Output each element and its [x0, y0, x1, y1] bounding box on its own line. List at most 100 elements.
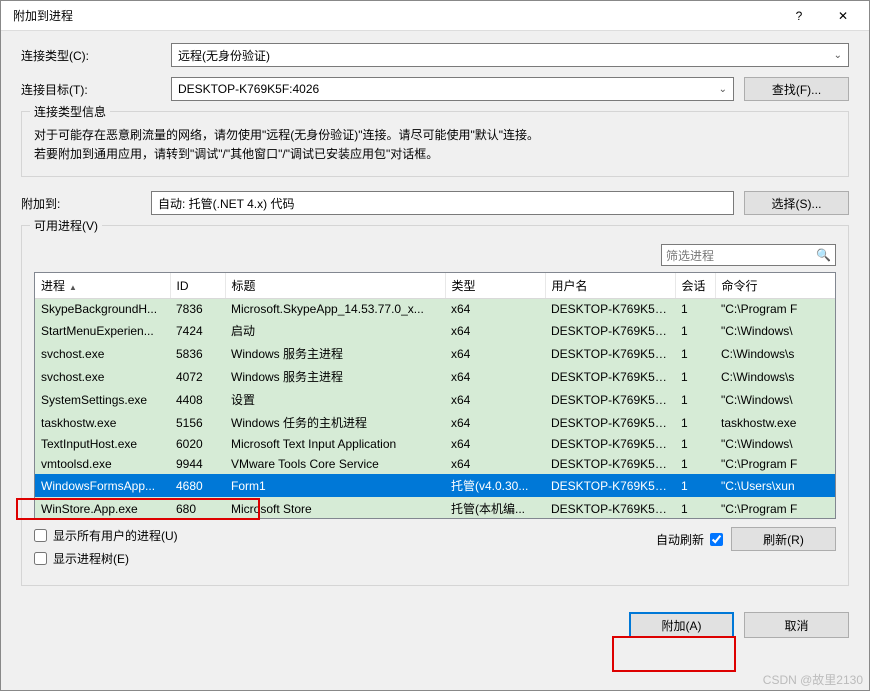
cell-id: 5836: [170, 342, 225, 365]
auto-refresh-input[interactable]: [710, 533, 723, 546]
cell-type: x64: [445, 365, 545, 388]
cancel-button[interactable]: 取消: [744, 612, 849, 638]
cell-proc: taskhostw.exe: [35, 411, 170, 434]
cell-cmd: "C:\Windows\: [715, 388, 836, 411]
cell-proc: vmtoolsd.exe: [35, 454, 170, 474]
cell-sess: 1: [675, 497, 715, 519]
cell-user: DESKTOP-K769K5F...: [545, 411, 675, 434]
show-process-tree-input[interactable]: [34, 552, 47, 565]
auto-refresh-label: 自动刷新: [656, 531, 704, 548]
attach-to-value: 自动: 托管(.NET 4.x) 代码: [158, 195, 294, 212]
cell-proc: StartMenuExperien...: [35, 319, 170, 342]
col-session[interactable]: 会话: [675, 273, 715, 299]
table-row[interactable]: StartMenuExperien...7424启动x64DESKTOP-K76…: [35, 319, 836, 342]
cell-cmd: "C:\Windows\: [715, 434, 836, 454]
titlebar: 附加到进程 ? ✕: [1, 1, 869, 31]
cell-type: 托管(本机编...: [445, 497, 545, 519]
cell-title: Microsoft.SkypeApp_14.53.77.0_x...: [225, 299, 445, 320]
attach-button[interactable]: 附加(A): [629, 612, 734, 638]
table-row[interactable]: taskhostw.exe5156Windows 任务的主机进程x64DESKT…: [35, 411, 836, 434]
cell-user: DESKTOP-K769K5F...: [545, 497, 675, 519]
col-id[interactable]: ID: [170, 273, 225, 299]
filter-processes-input[interactable]: 筛选进程 🔍: [661, 244, 836, 266]
cell-proc: svchost.exe: [35, 365, 170, 388]
info-text-1: 对于可能存在恶意刷流量的网络，请勿使用"远程(无身份验证)"连接。请尽可能使用"…: [34, 126, 836, 145]
cell-proc: WindowsFormsApp...: [35, 474, 170, 497]
connection-target-combo[interactable]: DESKTOP-K769K5F:4026 ⌄: [171, 77, 734, 101]
table-row[interactable]: WinStore.App.exe680Microsoft Store托管(本机编…: [35, 497, 836, 519]
available-processes-legend: 可用进程(V): [30, 217, 102, 234]
cell-proc: SystemSettings.exe: [35, 388, 170, 411]
select-button[interactable]: 选择(S)...: [744, 191, 849, 215]
cell-cmd: "C:\Program F: [715, 454, 836, 474]
search-icon: 🔍: [816, 248, 831, 262]
connection-type-info-legend: 连接类型信息: [30, 103, 110, 120]
cell-sess: 1: [675, 434, 715, 454]
cell-title: Windows 服务主进程: [225, 365, 445, 388]
cell-sess: 1: [675, 388, 715, 411]
cell-sess: 1: [675, 319, 715, 342]
cell-cmd: C:\Windows\s: [715, 342, 836, 365]
cell-cmd: "C:\Program F: [715, 497, 836, 519]
connection-type-combo[interactable]: 远程(无身份验证) ⌄: [171, 43, 849, 67]
table-row[interactable]: svchost.exe4072Windows 服务主进程x64DESKTOP-K…: [35, 365, 836, 388]
cell-title: Microsoft Store: [225, 497, 445, 519]
cell-title: Microsoft Text Input Application: [225, 434, 445, 454]
cell-id: 4408: [170, 388, 225, 411]
cell-user: DESKTOP-K769K5F...: [545, 434, 675, 454]
help-button[interactable]: ?: [777, 3, 821, 29]
cell-user: DESKTOP-K769K5F...: [545, 319, 675, 342]
col-type[interactable]: 类型: [445, 273, 545, 299]
cell-cmd: "C:\Windows\: [715, 319, 836, 342]
cell-sess: 1: [675, 342, 715, 365]
table-row[interactable]: WindowsFormsApp...4680Form1托管(v4.0.30...…: [35, 474, 836, 497]
attach-to-text: 自动: 托管(.NET 4.x) 代码: [151, 191, 734, 215]
window-title: 附加到进程: [5, 7, 777, 24]
show-process-tree-checkbox[interactable]: 显示进程树(E): [34, 550, 178, 567]
connection-target-value: DESKTOP-K769K5F:4026: [178, 82, 319, 96]
col-title[interactable]: 标题: [225, 273, 445, 299]
process-table-wrap[interactable]: 进程▲ ID 标题 类型 用户名 会话 命令行 SkypeBackgroundH…: [34, 272, 836, 519]
annotation-box: [612, 636, 736, 672]
cell-type: x64: [445, 434, 545, 454]
cell-user: DESKTOP-K769K5F...: [545, 454, 675, 474]
connection-type-label: 连接类型(C):: [21, 47, 161, 64]
table-row[interactable]: svchost.exe5836Windows 服务主进程x64DESKTOP-K…: [35, 342, 836, 365]
find-button[interactable]: 查找(F)...: [744, 77, 849, 101]
search-placeholder: 筛选进程: [666, 247, 714, 264]
cell-type: x64: [445, 342, 545, 365]
refresh-button[interactable]: 刷新(R): [731, 527, 836, 551]
cell-cmd: C:\Windows\s: [715, 365, 836, 388]
cell-type: x64: [445, 411, 545, 434]
col-process[interactable]: 进程▲: [35, 273, 170, 299]
cell-title: 设置: [225, 388, 445, 411]
table-row[interactable]: TextInputHost.exe6020Microsoft Text Inpu…: [35, 434, 836, 454]
cell-proc: svchost.exe: [35, 342, 170, 365]
cell-title: VMware Tools Core Service: [225, 454, 445, 474]
cell-user: DESKTOP-K769K5F...: [545, 388, 675, 411]
table-row[interactable]: vmtoolsd.exe9944VMware Tools Core Servic…: [35, 454, 836, 474]
cell-type: x64: [445, 388, 545, 411]
close-icon: ✕: [838, 9, 848, 23]
attach-to-process-dialog: 附加到进程 ? ✕ 连接类型(C): 远程(无身份验证) ⌄ 连接目标(T): …: [0, 0, 870, 691]
cell-id: 7424: [170, 319, 225, 342]
attach-to-label: 附加到:: [21, 195, 141, 212]
dialog-content: 连接类型(C): 远程(无身份验证) ⌄ 连接目标(T): DESKTOP-K7…: [1, 31, 869, 602]
auto-refresh-checkbox[interactable]: 自动刷新: [656, 531, 723, 548]
show-process-tree-label: 显示进程树(E): [53, 550, 129, 567]
table-row[interactable]: SystemSettings.exe4408设置x64DESKTOP-K769K…: [35, 388, 836, 411]
cell-proc: TextInputHost.exe: [35, 434, 170, 454]
show-all-users-input[interactable]: [34, 529, 47, 542]
cell-user: DESKTOP-K769K5F...: [545, 365, 675, 388]
col-commandline[interactable]: 命令行: [715, 273, 836, 299]
cell-sess: 1: [675, 365, 715, 388]
col-user[interactable]: 用户名: [545, 273, 675, 299]
close-button[interactable]: ✕: [821, 3, 865, 29]
show-all-users-checkbox[interactable]: 显示所有用户的进程(U): [34, 527, 178, 544]
cell-cmd: "C:\Program F: [715, 299, 836, 320]
cell-type: x64: [445, 454, 545, 474]
table-row[interactable]: SkypeBackgroundH...7836Microsoft.SkypeAp…: [35, 299, 836, 320]
connection-type-info-group: 连接类型信息 对于可能存在恶意刷流量的网络，请勿使用"远程(无身份验证)"连接。…: [21, 111, 849, 177]
chevron-down-icon: ⌄: [719, 84, 727, 95]
connection-type-value: 远程(无身份验证): [178, 47, 270, 64]
